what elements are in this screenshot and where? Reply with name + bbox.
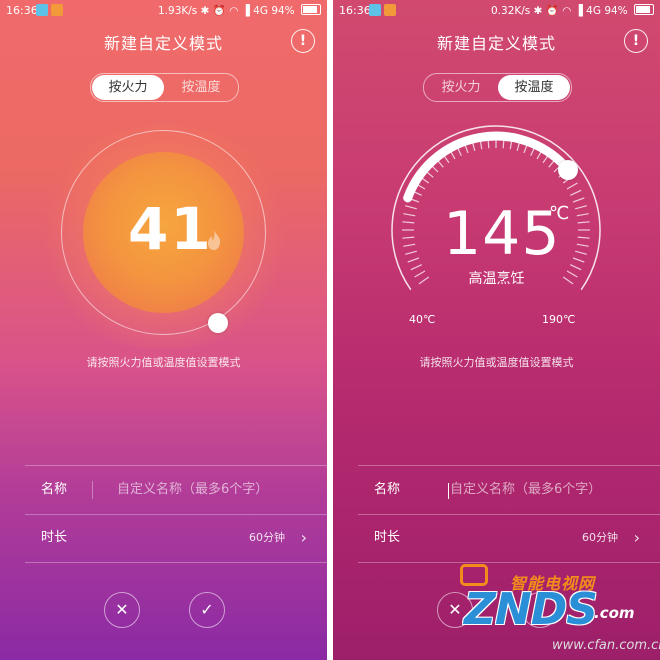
cooking-mode-label: 高温烹饪 — [468, 271, 525, 287]
divider — [92, 481, 93, 499]
gauge-tick — [576, 243, 589, 247]
duration-row[interactable]: 时长 60分钟 › — [25, 514, 327, 562]
gauge-progress-arc — [403, 131, 573, 203]
chevron-right-icon: › — [633, 528, 640, 547]
name-input[interactable]: 自定义名称（最多6个字） — [117, 466, 317, 514]
power-value: 41 — [128, 195, 213, 263]
duration-label: 时长 — [374, 530, 401, 545]
cancel-button[interactable]: ✕ — [104, 592, 140, 628]
gauge-tick — [566, 182, 578, 190]
gauge-tick — [576, 213, 589, 217]
gauge-tick — [575, 250, 587, 255]
divider — [358, 562, 660, 563]
flame-icon — [207, 230, 221, 250]
temperature-mode-screen: 16:36 0.32K/s ✱ ⏰ ◠ ▐ 4G 94% 新建自定义模式 ! 按… — [333, 0, 660, 660]
power-dial: 41 — [0, 0, 327, 360]
duration-label: 时长 — [41, 530, 68, 545]
duration-value: 60分钟 — [582, 531, 618, 544]
temperature-slider-handle[interactable] — [558, 159, 578, 180]
gauge-tick — [402, 236, 415, 239]
name-label: 名称 — [41, 482, 68, 497]
chevron-right-icon: › — [300, 528, 307, 547]
hint-text: 请按照火力值或温度值设置模式 — [419, 356, 574, 369]
cancel-button[interactable]: ✕ — [437, 592, 473, 628]
range-min-label: 40℃ — [409, 313, 436, 326]
gauge-tick — [403, 243, 416, 247]
name-input[interactable]: 自定义名称（最多6个字） — [450, 466, 650, 514]
gauge-tick — [575, 205, 587, 210]
name-row: 名称 自定义名称（最多6个字） — [358, 466, 660, 514]
gauge-tick — [577, 221, 590, 224]
temperature-unit: ℃ — [549, 203, 570, 224]
temperature-dial: 145 ℃ 高温烹饪 40℃ 190℃ — [333, 0, 660, 360]
gauge-tick — [570, 189, 582, 196]
gauge-tick — [572, 257, 585, 263]
duration-row[interactable]: 时长 60分钟 › — [358, 514, 660, 562]
comparison-screenshot: 16:36 1.93K/s ✱ ⏰ ◠ ▐ 4G 94% 新建自定义模式 ! 按… — [0, 0, 660, 660]
temperature-value: 145 — [443, 199, 561, 269]
divider — [25, 562, 327, 563]
gauge-tick — [403, 213, 416, 217]
gauge-tick — [405, 250, 417, 255]
name-label: 名称 — [374, 482, 401, 497]
confirm-button[interactable]: ✓ — [189, 592, 225, 628]
power-mode-screen: 16:36 1.93K/s ✱ ⏰ ◠ ▐ 4G 94% 新建自定义模式 ! 按… — [0, 0, 327, 660]
gauge-tick — [572, 197, 585, 203]
duration-value: 60分钟 — [249, 531, 285, 544]
confirm-button[interactable]: ✓ — [522, 592, 558, 628]
text-cursor — [448, 483, 449, 499]
temperature-gauge — [391, 125, 601, 291]
hint-text: 请按照火力值或温度值设置模式 — [86, 356, 241, 369]
name-row: 名称 自定义名称（最多6个字） — [25, 466, 327, 514]
power-slider-handle[interactable] — [208, 313, 228, 333]
gauge-tick — [407, 257, 420, 263]
range-max-label: 190℃ — [542, 313, 576, 326]
gauge-tick — [577, 236, 590, 239]
gauge-tick — [405, 205, 417, 210]
gauge-tick — [402, 221, 415, 224]
